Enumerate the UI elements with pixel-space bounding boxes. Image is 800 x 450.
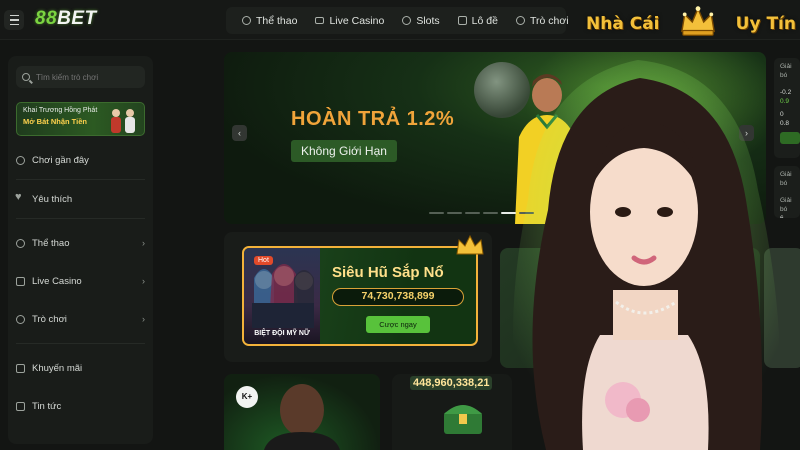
jackpot-amount-2: 448,960,338,21 (410, 376, 493, 390)
logo-prefix: 88 (35, 8, 58, 29)
game-thumbnail[interactable]: Hot BIỆT ĐỘI MỸ NỮ (244, 248, 320, 344)
divider (16, 218, 145, 219)
divider (16, 179, 145, 180)
sidebar-item-news[interactable]: Tin tức (16, 396, 145, 416)
slots-icon (402, 16, 412, 25)
hero-prev-button[interactable]: ‹ (232, 125, 247, 141)
watermark: Nhà Cái Uy Tín (586, 4, 796, 44)
page: 88BET Thể thao Live Casino Slots Lô đề T… (0, 0, 800, 450)
news-icon (16, 401, 25, 411)
sidebar-item-favorites[interactable]: Yêu thích (15, 189, 145, 209)
sidebar-item-label: Trò chơi (32, 313, 67, 325)
sidebar-item-sports[interactable]: Thể thao › (16, 233, 145, 253)
search-box[interactable] (16, 66, 145, 88)
chevron-right-icon: › (142, 238, 145, 248)
sidebar-item-label: Khuyến mãi (32, 362, 83, 374)
sidebar-item-label: Yêu thích (32, 193, 73, 205)
sidebar-item-label: Thể thao (32, 237, 70, 249)
hero-title: HOÀN TRẢ 1.2% (291, 108, 455, 130)
model-photo (513, 60, 781, 450)
watermark-right-text: Uy Tín (735, 14, 796, 34)
main-nav: Thể thao Live Casino Slots Lô đề Trò chơ… (226, 7, 569, 34)
chevron-right-icon: › (142, 276, 145, 286)
nav-label: Thể thao (256, 14, 298, 27)
nav-item-live-casino[interactable]: Live Casino (309, 11, 390, 31)
jackpot-title: Siêu Hũ Sắp Nổ (332, 264, 444, 281)
jackpot-amount: 74,730,738,899 (332, 288, 464, 306)
hot-badge: Hot (254, 256, 273, 265)
hero-subtitle: Không Giới Hạn (291, 140, 397, 162)
nav-item-slots[interactable]: Slots (396, 11, 445, 31)
nav-label: Trò chơi (529, 14, 569, 27)
lottery-icon (457, 16, 467, 25)
hamburger-menu-icon[interactable] (4, 10, 24, 30)
nav-item-lottery[interactable]: Lô đề (452, 11, 504, 31)
sidebar-item-label: Chơi gần đây (32, 154, 89, 166)
nav-item-games[interactable]: Trò chơi (510, 11, 575, 31)
sidebar-item-live-casino[interactable]: Live Casino › (16, 271, 145, 291)
crown-icon (680, 6, 715, 36)
k-plus-badge: K+ (236, 386, 258, 408)
logo-suffix: BET (57, 8, 97, 29)
bet-now-button[interactable]: Cược ngay (366, 316, 430, 333)
brand-logo[interactable]: 88BET (35, 8, 97, 30)
sidebar-item-games[interactable]: Trò chơi › (16, 309, 145, 329)
gift-icon (16, 363, 25, 373)
sidebar: Khai Trương Hồng Phát Mở Bát Nhận Tiền C… (8, 56, 153, 444)
promo-card[interactable]: Khai Trương Hồng Phát Mở Bát Nhận Tiền (16, 102, 145, 136)
divider (16, 343, 145, 344)
heart-icon (15, 191, 25, 203)
sidebar-item-label: Tin tức (32, 400, 62, 412)
chevron-right-icon: › (142, 314, 145, 324)
sidebar-item-recent[interactable]: Chơi gần đây (16, 150, 145, 170)
nav-label: Lô đề (471, 14, 498, 27)
treasure-chest-icon (444, 405, 482, 434)
chip-icon (315, 17, 325, 24)
chip-icon (16, 276, 25, 286)
jackpot-card[interactable]: Hot BIỆT ĐỘI MỸ NỮ Siêu Hũ Sắp Nổ 74,730… (242, 246, 478, 346)
soccer-ball-icon (242, 16, 251, 25)
watermark-left-text: Nhà Cái (586, 14, 660, 34)
nav-item-sports[interactable]: Thể thao (236, 11, 303, 31)
soccer-ball-icon (16, 238, 25, 248)
crown-icon (456, 234, 484, 255)
carousel-dot[interactable] (447, 212, 462, 214)
gamepad-icon (515, 16, 525, 25)
search-icon (22, 73, 30, 81)
search-input[interactable] (36, 72, 136, 82)
carousel-dot[interactable] (429, 212, 444, 214)
gamepad-icon (16, 314, 25, 324)
nav-label: Slots (416, 14, 440, 27)
sidebar-item-promotions[interactable]: Khuyến mãi (16, 358, 145, 378)
clock-icon (16, 155, 25, 165)
promo-figures-image (111, 109, 135, 133)
game-name: BIỆT ĐỘI MỸ NỮ (254, 330, 310, 337)
carousel-dot[interactable] (465, 212, 480, 214)
sidebar-item-label: Live Casino (32, 275, 82, 287)
nav-label: Live Casino (329, 14, 385, 27)
